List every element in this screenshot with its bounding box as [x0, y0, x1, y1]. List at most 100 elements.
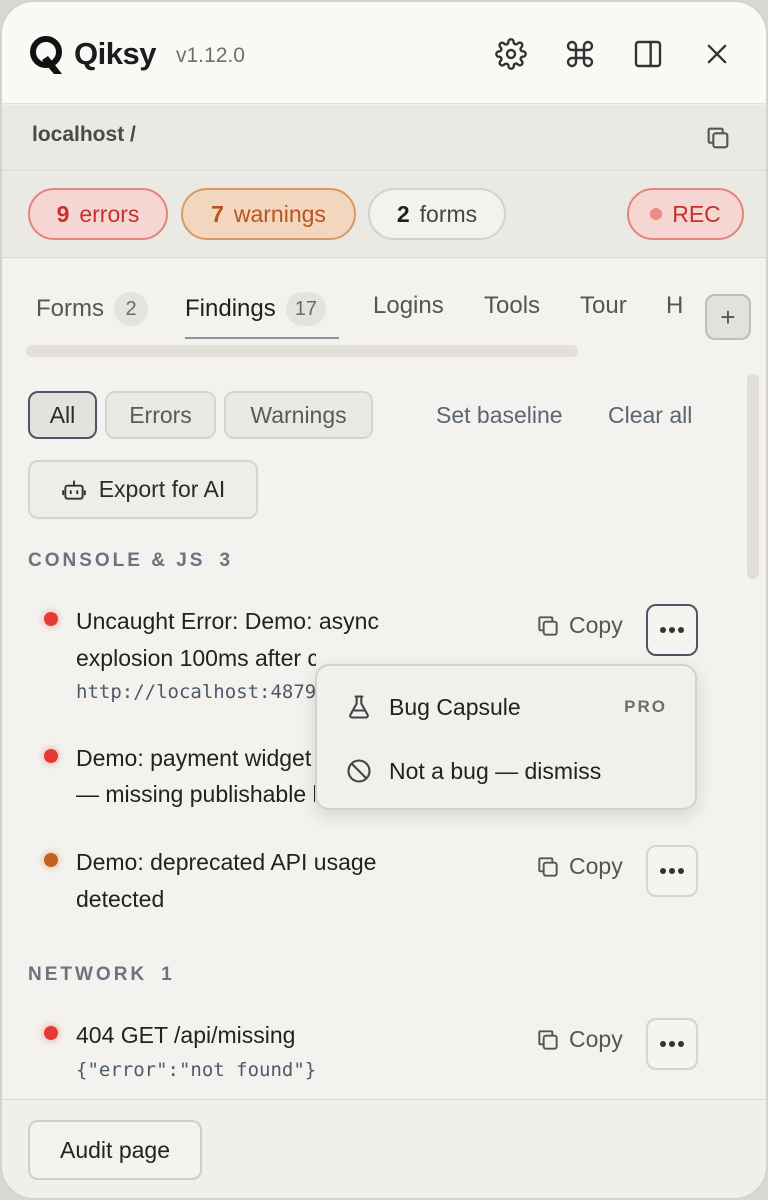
- errors-count: 9: [56, 200, 70, 227]
- error-dot-icon: [44, 612, 58, 626]
- record-button[interactable]: REC: [627, 188, 744, 240]
- copy-label: Copy: [569, 853, 623, 879]
- close-button[interactable]: [699, 36, 735, 72]
- errors-pill[interactable]: 9 errors: [28, 188, 168, 240]
- section-title: NETWORK: [28, 964, 148, 985]
- export-for-ai-button[interactable]: Export for AI: [28, 460, 258, 519]
- menu-item-label: Not a bug — dismiss: [389, 757, 602, 784]
- tab-logins[interactable]: Logins: [373, 292, 444, 320]
- copy-icon: [538, 1029, 558, 1050]
- version-label: v1.12.0: [176, 44, 245, 67]
- warnings-pill[interactable]: 7 warnings: [181, 188, 356, 240]
- finding-message-line2[interactable]: detected: [76, 881, 516, 918]
- errors-label: errors: [79, 200, 140, 227]
- prohibited-icon: [347, 759, 371, 783]
- copy-icon: [707, 127, 729, 149]
- tab-label: Logins: [373, 292, 444, 319]
- finding-message[interactable]: Demo: payment widget: [76, 740, 315, 777]
- forms-pill[interactable]: 2 forms: [368, 188, 506, 240]
- robot-icon: [61, 479, 86, 500]
- copy-button[interactable]: Copy: [535, 1026, 623, 1053]
- qiksy-logo-icon: [30, 36, 62, 74]
- menu-item-bug-capsule[interactable]: Bug Capsule PRO: [317, 675, 695, 739]
- warning-dot-icon: [44, 853, 58, 867]
- finding-message[interactable]: Demo: deprecated API usage: [76, 844, 516, 881]
- clear-all-link[interactable]: Clear all: [608, 402, 692, 429]
- finding-message[interactable]: 404 GET /api/missing: [76, 1017, 516, 1054]
- copy-label: Copy: [569, 612, 623, 638]
- section-count: 1: [161, 964, 175, 985]
- status-strip: 9 errors 7 warnings 2 forms REC: [2, 172, 766, 258]
- panel-layout-icon: [634, 40, 662, 68]
- page-url: localhost /: [32, 123, 136, 146]
- copy-label: Copy: [569, 1026, 623, 1052]
- plus-icon: +: [720, 301, 736, 332]
- export-label: Export for AI: [98, 476, 226, 502]
- tab-forms[interactable]: Forms 2: [36, 292, 148, 326]
- panel-layout-button[interactable]: [630, 36, 666, 72]
- section-network: NETWORK 1: [28, 964, 175, 986]
- finding-message-line2[interactable]: explosion 100ms after click: [76, 640, 316, 677]
- brand-name: Qiksy: [74, 36, 156, 71]
- command-icon: [566, 40, 594, 68]
- close-icon: [707, 44, 727, 64]
- tab-truncated[interactable]: H: [666, 292, 686, 320]
- set-baseline-link[interactable]: Set baseline: [436, 402, 563, 429]
- tab-count: 17: [285, 292, 326, 326]
- pro-badge: PRO: [624, 697, 667, 716]
- tab-count: 2: [114, 292, 148, 326]
- tab-label: Findings: [185, 295, 276, 322]
- copy-url-button[interactable]: [704, 124, 732, 157]
- settings-gear-icon: [495, 38, 527, 70]
- finding-source[interactable]: http://localhost:4879/:1: [76, 681, 316, 703]
- finding-message[interactable]: Uncaught Error: Demo: async: [76, 603, 516, 640]
- more-dots-icon: [660, 1041, 684, 1047]
- command-palette-button[interactable]: [562, 36, 598, 72]
- more-actions-button[interactable]: [646, 1018, 698, 1070]
- warnings-label: warnings: [233, 200, 326, 227]
- copy-icon: [538, 856, 558, 877]
- add-tab-button[interactable]: +: [705, 294, 751, 340]
- record-dot-icon: [650, 208, 663, 220]
- header: Qiksy v1.12.0: [2, 2, 766, 104]
- tab-label: Tools: [484, 292, 541, 319]
- menu-item-dismiss[interactable]: Not a bug — dismiss: [317, 739, 695, 803]
- more-dots-icon: [660, 627, 684, 633]
- footer: Audit page: [2, 1099, 766, 1198]
- error-dot-icon: [44, 749, 58, 763]
- forms-label: forms: [419, 200, 478, 227]
- tab-label: Forms: [36, 295, 104, 322]
- vertical-scrollbar[interactable]: [747, 374, 759, 579]
- tabs-horizontal-scrollbar[interactable]: [26, 345, 578, 357]
- active-tab-indicator: [185, 337, 339, 339]
- extension-panel: Qiksy v1.12.0 localhost / 9 errors 7 war…: [0, 0, 768, 1200]
- finding-message-line2[interactable]: — missing publishable key: [76, 776, 315, 813]
- tab-findings[interactable]: Findings 17: [185, 292, 326, 326]
- settings-button[interactable]: [493, 36, 529, 72]
- tab-tools[interactable]: Tools: [484, 292, 540, 320]
- finding-actions-menu: Bug Capsule PRO Not a bug — dismiss: [315, 664, 697, 810]
- copy-button[interactable]: Copy: [535, 612, 623, 639]
- filter-errors[interactable]: Errors: [105, 391, 216, 439]
- audit-page-button[interactable]: Audit page: [28, 1120, 202, 1180]
- flask-icon: [349, 695, 369, 719]
- tab-label: Tour: [580, 292, 627, 319]
- section-title: CONSOLE & JS: [28, 550, 206, 571]
- forms-count: 2: [396, 200, 410, 227]
- section-console: CONSOLE & JS 3: [28, 550, 233, 572]
- menu-item-label: Bug Capsule: [389, 693, 521, 720]
- more-actions-button[interactable]: [646, 845, 698, 897]
- finding-response-body[interactable]: {"error":"not found"}: [76, 1059, 516, 1081]
- warnings-count: 7: [211, 200, 224, 227]
- record-label: REC: [672, 200, 721, 227]
- copy-button[interactable]: Copy: [535, 853, 623, 880]
- filter-all[interactable]: All: [28, 391, 97, 439]
- filter-warnings[interactable]: Warnings: [224, 391, 373, 439]
- more-actions-button[interactable]: [646, 604, 698, 656]
- error-dot-icon: [44, 1026, 58, 1040]
- copy-icon: [538, 615, 558, 636]
- url-bar: localhost /: [2, 105, 766, 171]
- more-dots-icon: [660, 868, 684, 874]
- tab-tour[interactable]: Tour: [580, 292, 627, 320]
- section-count: 3: [219, 550, 234, 571]
